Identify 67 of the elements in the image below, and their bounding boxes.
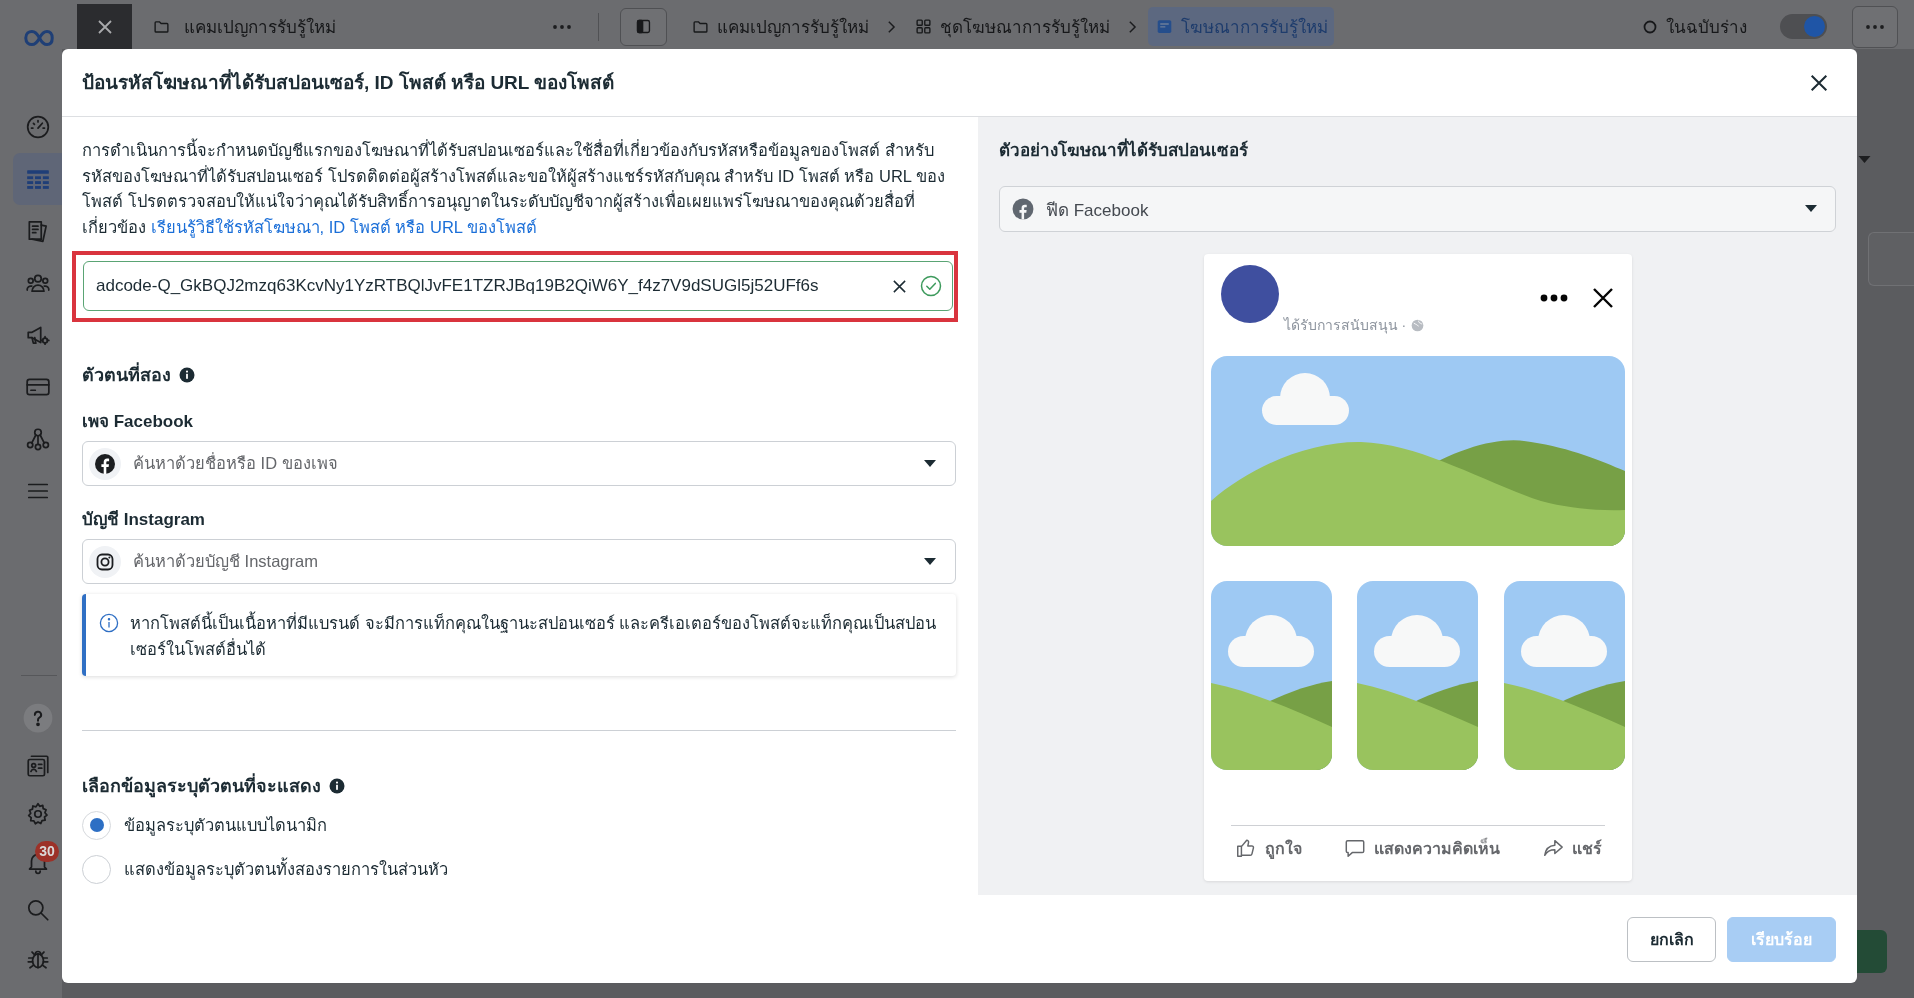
close-icon [1591,287,1614,309]
thumbs-up-icon [1234,837,1257,859]
instagram-icon [89,545,121,578]
sidebar-item[interactable] [13,153,62,205]
option-label: แสดงข้อมูลระบุตัวตนทั้งสองรายการในส่วนหัว [124,857,448,882]
comment-button[interactable]: แสดงความคิดเห็น [1343,835,1500,861]
info-icon [179,367,195,384]
caret-icon [924,557,936,566]
globe-icon [1411,318,1425,332]
code-input[interactable]: adcode-Q_GkBQJ2mzq63KcvNy1YzRTBQlJvFE1TZRJBq19B2QiW6Y_f4z7V9dSUGl5j52UFf6s [83,261,953,312]
placement-dropdown[interactable]: ฟีด Facebook [999,186,1836,232]
notice-text: หากโพสต์นี้เป็นเนื้อหาที่มีแบรนด์ จะมีการแท็กคุณในฐานะสปอนเซอร์ และครีเอเตอร์ของโพสต์จะแท็กคุณเป็นสปอนเซอร์ในโพสต์อื่นได้ [130,610,937,663]
dialog-title: ป้อนรหัสโฆษณาที่ได้รับสปอนเซอร์, ID โพสต์ หรือ URL ของโพสต์ [82,68,615,95]
grid-icon [915,18,932,35]
field-label: บัญชี Instagram [82,509,205,532]
folder-icon [153,18,170,35]
breadcrumb[interactable]: ชุดโฆษณาการรับรู้ใหม่ [907,7,1116,46]
account-search-field[interactable]: ค้นหาด้วยบัญชี Instagram [82,539,956,585]
caret-icon [1805,205,1817,213]
folder-icon [692,18,709,35]
note-icon [1156,18,1173,35]
radio-button[interactable] [82,810,111,840]
info-icon [329,778,345,795]
close-icon [1810,73,1828,92]
gauge-icon [24,114,51,140]
ring-icon [1642,18,1658,35]
more-icon [552,23,572,30]
option-label: ข้อมูลระบุตัวตนแบบไดนามิก [124,815,327,838]
section-heading: เลือกข้อมูลระบุตัวตนที่จะแสดง [82,773,321,800]
caret-icon [1858,156,1871,164]
avatar [1220,265,1279,323]
help-link[interactable]: เรียนรู้วิธีใช้รหัสโฆษณา, ID โพสต์ หรือ URL ของโพสต์ [150,217,537,236]
tab-title: แคมเปญการรับรู้ใหม่ [184,16,336,40]
radio-button[interactable] [82,854,111,884]
chevron-icon [886,19,896,34]
breadcrumb[interactable]: แคมเปญการรับรู้ใหม่ [684,7,875,46]
sidebar-item[interactable]: 30 [13,838,62,886]
chevron-icon [1127,19,1137,34]
intro-text: การดำเนินการนี้จะกำหนดบัญชีแรกของโฆษณาที่ได้รับสปอนเซอร์และใช้สื่อที่เกี่ยวข้องกับรหัสหรือข้อมูลของโพสต์ สำหรับรหัสของโฆษณาที่ได้รับสปอนเซอร์ โปรดติดต่อผู้สร้างโพสต์และขอให้ผู้สร้างแชร์รหัสกับคุณ สำหรับ ID โพสต์ หรือ URL ของโพสต์ โปรดตรวจสอบให้แน่ใจว่าคุณได้รับสิทธิ์การอนุญาตในระดับบัญชีจากผู้สร้างเพื่อเผยแพร่โฆษณาของคุณด้วยสื่อที่เกี่ยวข้อง เรียนรู้วิธีใช้รหัสโฆษณา, ID โพสต์ หรือ URL ของโพสต์ [82,138,956,241]
speech-bubble-icon [1343,837,1366,859]
more-icon [1865,23,1885,30]
share-arrow-icon [1541,837,1564,859]
facebook-icon [89,447,121,480]
help-icon [22,703,53,733]
infinity-logo [22,28,56,48]
panel-toggle-button[interactable] [620,7,667,46]
sponsored-label: ได้รับการสนับสนุน · [1283,316,1407,336]
more-icon [1539,294,1568,302]
section-heading: ตัวตนที่สอง [82,362,171,389]
network-icon [24,426,51,452]
panel-icon [635,18,652,35]
check-circle-icon [920,275,942,298]
notification-badge: 30 [35,841,59,862]
field-label: เพจ Facebook [82,411,194,434]
caret-icon [924,459,936,468]
like-button[interactable]: ถูกใจ [1234,835,1302,861]
info-icon [99,613,119,634]
close-icon [96,18,113,35]
cancel-button[interactable]: ยกเลิก [1627,916,1716,962]
contact-card-icon [24,753,51,779]
share-button[interactable]: แชร์ [1541,835,1602,861]
page-search-field[interactable]: ค้นหาด้วยชื่อหรือ ID ของเพจ [82,441,956,487]
clear-icon [891,278,907,294]
preview-heading: ตัวอย่างโฆษณาที่ได้รับสปอนเซอร์ [999,138,1248,164]
status-label: ในฉบับร่าง [1666,16,1747,39]
toggle-switch[interactable] [1780,14,1827,39]
facebook-icon [1012,198,1034,220]
